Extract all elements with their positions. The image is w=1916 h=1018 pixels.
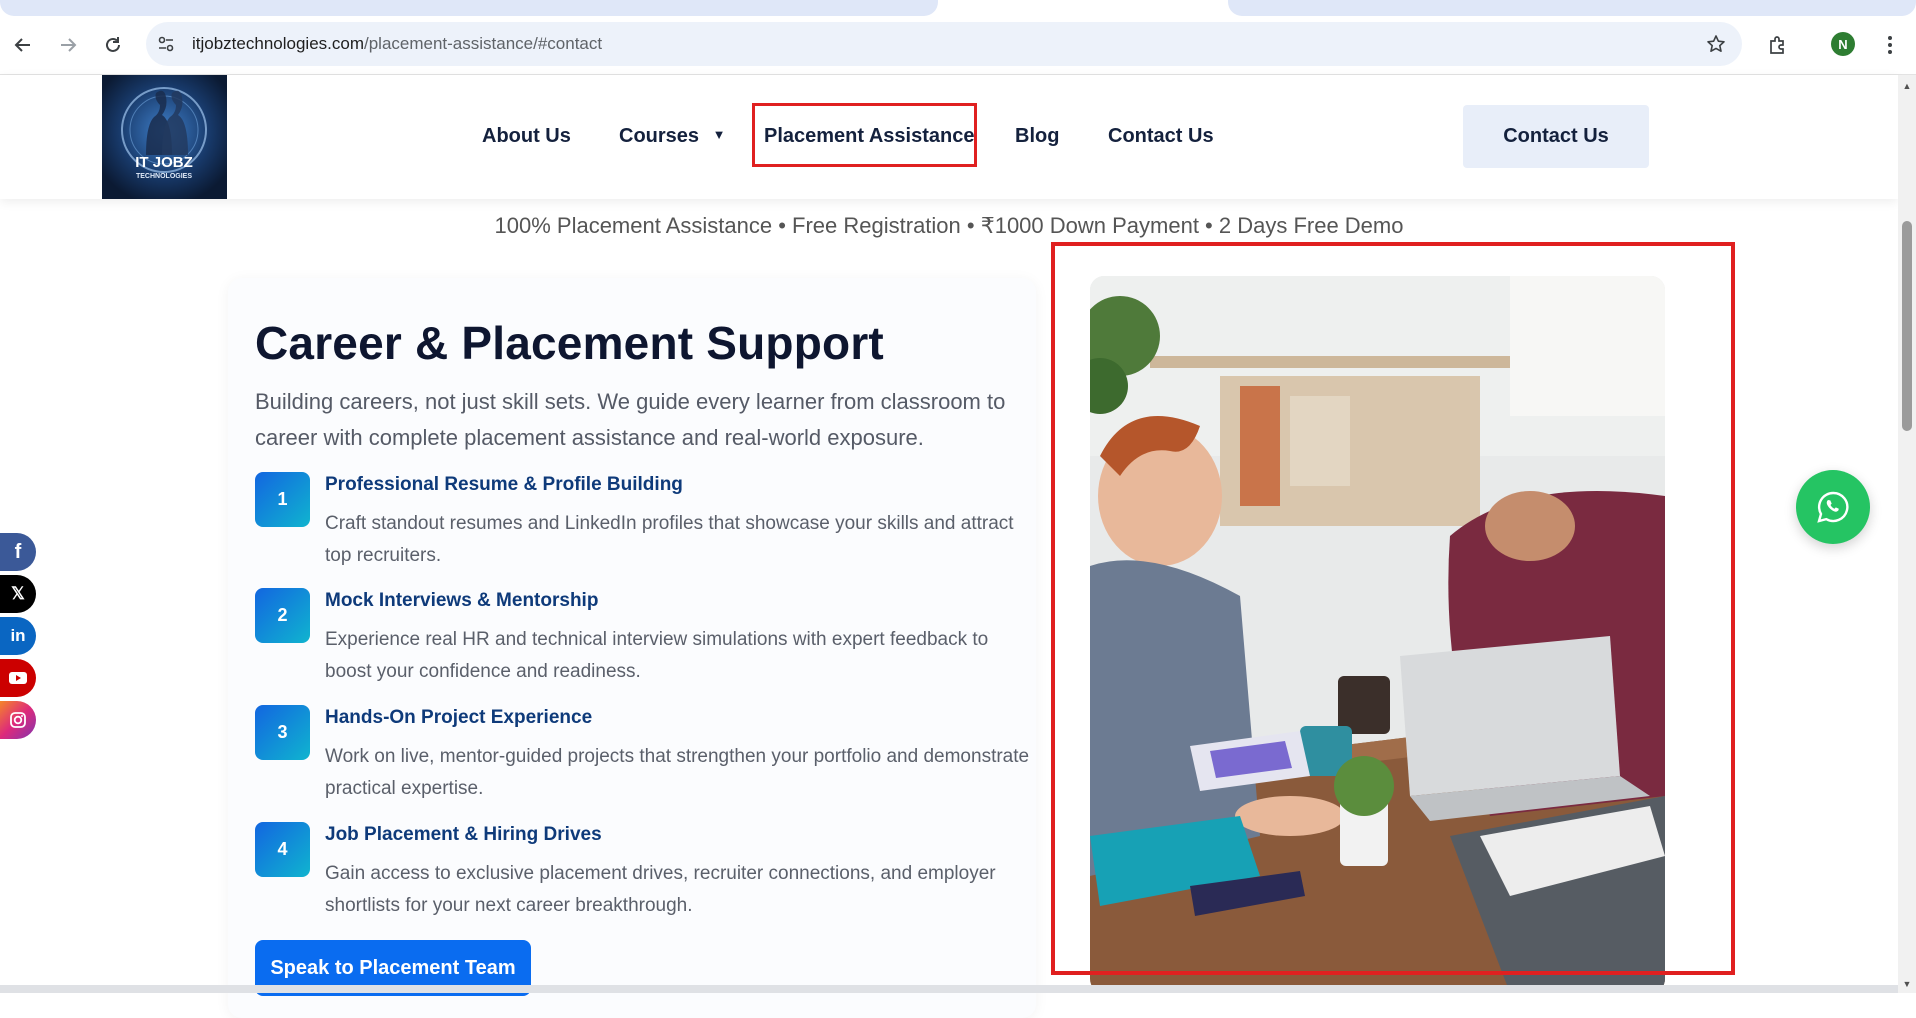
site-info-icon[interactable]	[156, 34, 176, 54]
url-domain: itjobztechnologies.com	[192, 34, 364, 53]
step-text: Craft standout resumes and LinkedIn prof…	[325, 513, 1014, 566]
step-text: Gain access to exclusive placement drive…	[325, 863, 996, 916]
reload-icon	[106, 37, 120, 52]
nav-courses[interactable]: Courses ▼	[619, 125, 725, 148]
step-item: 3 Hands-On Project Experience Work on li…	[255, 705, 1055, 815]
step-title: Professional Resume & Profile Building	[325, 474, 683, 495]
nav-contact-us[interactable]: Contact Us	[1108, 125, 1214, 148]
step-item: 2 Mock Interviews & Mentorship Experienc…	[255, 588, 1055, 698]
scroll-up-arrow-icon[interactable]: ▲	[1898, 79, 1916, 93]
scroll-down-arrow-icon[interactable]: ▼	[1898, 977, 1916, 991]
browser-toolbar: itjobztechnologies.com/placement-assista…	[0, 16, 1916, 75]
youtube-icon	[9, 672, 27, 684]
puzzle-icon	[1770, 36, 1784, 54]
url-text[interactable]: itjobztechnologies.com/placement-assista…	[192, 34, 602, 54]
url-path: /placement-assistance/#contact	[363, 34, 603, 53]
status-strip	[0, 985, 1898, 993]
nav-courses-label: Courses	[619, 125, 700, 147]
step-item: 4 Job Placement & Hiring Drives Gain acc…	[255, 822, 1055, 932]
step-number-badge: 4	[255, 822, 310, 877]
chevron-down-icon: ▼	[712, 127, 726, 142]
instagram-link[interactable]	[0, 701, 36, 739]
profile-avatar[interactable]: N	[1831, 32, 1855, 56]
site-logo[interactable]: IT JOBZ TECHNOLOGIES	[102, 75, 227, 199]
highlight-box	[1051, 242, 1735, 975]
x-twitter-link[interactable]: 𝕏	[0, 575, 36, 613]
page-scrollbar[interactable]: ▲ ▼	[1898, 75, 1916, 993]
back-arrow-icon	[14, 38, 30, 52]
kebab-menu-icon	[1888, 36, 1892, 54]
browser-tab-strip	[0, 0, 1916, 16]
svg-text:TECHNOLOGIES: TECHNOLOGIES	[136, 173, 192, 180]
section-description: Building careers, not just skill sets. W…	[255, 389, 1006, 450]
facebook-link[interactable]: f	[0, 533, 36, 571]
forward-arrow-icon	[61, 38, 77, 52]
back-button[interactable]	[8, 30, 38, 60]
step-number-badge: 2	[255, 588, 310, 643]
browser-tab[interactable]	[1228, 0, 1916, 16]
forward-button[interactable]	[53, 30, 83, 60]
step-item: 1 Professional Resume & Profile Building…	[255, 472, 1055, 582]
step-title: Mock Interviews & Mentorship	[325, 590, 599, 611]
step-title: Job Placement & Hiring Drives	[325, 824, 602, 845]
whatsapp-icon	[1817, 491, 1849, 523]
whatsapp-chat-button[interactable]	[1796, 470, 1870, 544]
highlight-box	[752, 103, 977, 167]
section-title: Career & Placement Support	[255, 317, 884, 369]
extensions-button[interactable]	[1763, 30, 1793, 60]
svg-text:IT JOBZ: IT JOBZ	[135, 154, 193, 171]
step-text: Work on live, mentor-guided projects tha…	[325, 746, 1030, 799]
step-number-badge: 1	[255, 472, 310, 527]
instagram-icon	[10, 712, 26, 728]
tagline: 100% Placement Assistance • Free Registr…	[494, 213, 1404, 238]
scrollbar-thumb[interactable]	[1902, 221, 1912, 431]
step-title: Hands-On Project Experience	[325, 707, 593, 728]
browser-tab[interactable]	[0, 0, 938, 16]
bookmark-star-icon[interactable]	[1704, 32, 1728, 56]
browser-menu-button[interactable]	[1875, 30, 1905, 60]
contact-us-button[interactable]: Contact Us	[1463, 105, 1649, 168]
youtube-link[interactable]	[0, 659, 36, 697]
nav-about-us[interactable]: About Us	[482, 125, 571, 148]
step-text: Experience real HR and technical intervi…	[325, 629, 989, 682]
logo-emblem-icon: IT JOBZ TECHNOLOGIES	[102, 75, 227, 199]
step-number-badge: 3	[255, 705, 310, 760]
nav-blog[interactable]: Blog	[1015, 125, 1059, 148]
site-header: IT JOBZ TECHNOLOGIES About Us Courses ▼ …	[0, 75, 1898, 199]
linkedin-link[interactable]: in	[0, 617, 36, 655]
reload-button[interactable]	[98, 30, 128, 60]
address-bar[interactable]: itjobztechnologies.com/placement-assista…	[146, 22, 1742, 66]
